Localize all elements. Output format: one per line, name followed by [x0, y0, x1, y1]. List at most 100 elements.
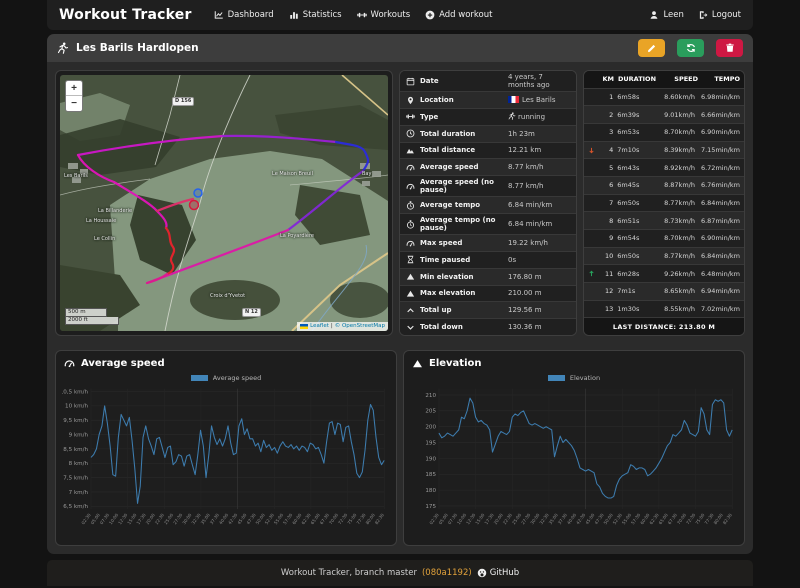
delete-button[interactable]	[716, 39, 743, 57]
detail-row: Average speed 8.77 km/h	[400, 159, 576, 177]
detail-value: 176.80 m	[508, 272, 542, 281]
logout-button[interactable]: Logout	[698, 10, 741, 20]
workout-header: Les Barils Hardlopen	[47, 34, 753, 62]
speedometer-icon	[406, 239, 415, 248]
detail-value: 1h 23m	[508, 129, 535, 138]
detail-label: Max speed	[420, 239, 463, 248]
dumbbell-icon	[356, 10, 367, 20]
chevron-down-icon	[406, 323, 415, 332]
detail-label: Time paused	[420, 255, 471, 264]
route-map[interactable]: D 156 N 12 Les Barils Bay Le Maison Breu…	[60, 75, 388, 331]
chart-legend: Elevation	[410, 373, 738, 383]
map-place-label: La Billanderie	[98, 208, 133, 214]
commit-hash: (080a1192)	[421, 568, 472, 578]
splits-header-row: KM DURATION SPEED TEMPO	[584, 71, 744, 89]
detail-label: Type	[420, 112, 439, 121]
split-row-km-6: 6 6m45s 8.87km/h 6.76min/km	[584, 177, 744, 195]
chart-title: Average speed	[81, 358, 165, 369]
nav-item-workouts[interactable]: Workouts	[356, 10, 410, 20]
svg-text:210: 210	[425, 393, 436, 399]
plus-circle-icon	[425, 10, 435, 20]
detail-value: 12.21 km	[508, 146, 542, 155]
pencil-icon	[647, 43, 657, 53]
leaflet-link[interactable]: Leaflet	[310, 323, 329, 330]
hourglass-icon	[406, 255, 415, 264]
split-row-km-8: 8 6m51s 8.73km/h 6.87min/km	[584, 212, 744, 231]
github-label: GitHub	[489, 568, 520, 578]
detail-value: Les Barils	[508, 95, 570, 104]
edit-button[interactable]	[638, 39, 665, 57]
detail-row: Max elevation 210.00 m	[400, 285, 576, 303]
france-flag-icon	[508, 95, 519, 103]
nav-item-statistics[interactable]: Statistics	[289, 10, 342, 20]
detail-row: Type running	[400, 108, 576, 126]
detail-value: 8.77 km/h	[508, 182, 544, 191]
detail-value: 0s	[508, 255, 517, 264]
detail-row: Date 4 years, 7 months ago	[400, 71, 576, 93]
speedometer-icon	[406, 163, 415, 172]
map-place-label: La Houssaie	[86, 218, 117, 224]
detail-label: Total duration	[420, 129, 476, 138]
osm-link[interactable]: © OpenStreetMap	[335, 323, 385, 330]
mountain-icon	[412, 358, 423, 369]
stopwatch-icon	[406, 219, 415, 229]
refresh-button[interactable]	[677, 39, 704, 57]
detail-label: Location	[420, 95, 454, 104]
speedometer-icon	[64, 358, 75, 369]
zoom-in-button[interactable]: +	[66, 81, 82, 96]
legend-label: Elevation	[569, 374, 601, 382]
map-card: D 156 N 12 Les Barils Bay Le Maison Breu…	[55, 70, 393, 336]
detail-label: Total down	[420, 323, 463, 332]
github-icon	[477, 568, 487, 578]
detail-label: Average tempo (no pause)	[420, 216, 496, 233]
map-scale: 500 m 2000 ft	[65, 308, 119, 325]
detail-label: Average speed (no pause)	[420, 178, 494, 195]
svg-text:6,5 km/h: 6,5 km/h	[63, 504, 88, 510]
svg-text:190: 190	[425, 456, 436, 462]
legend-swatch	[190, 375, 208, 381]
dumbbell-icon	[406, 112, 415, 121]
detail-row: Min elevation 176.80 m	[400, 268, 576, 286]
legend-swatch	[547, 375, 565, 381]
split-row-km-2: 2 6m39s 9.01km/h 6.66min/km	[584, 106, 744, 125]
mountain-icon	[406, 289, 415, 298]
app-brand[interactable]: Workout Tracker	[59, 7, 192, 23]
split-row-km-13: 13 1m30s 8.55km/h 7.02min/km	[584, 300, 744, 319]
map-zoom-control: + −	[65, 80, 83, 112]
detail-label: Average tempo	[420, 201, 481, 210]
logout-label: Logout	[711, 10, 741, 20]
split-row-km-7: 7 6m50s 8.77km/h 6.84min/km	[584, 194, 744, 213]
page: Workout Tracker Dashboard Statistics Worko…	[0, 0, 800, 588]
svg-text:175: 175	[425, 504, 436, 510]
content: D 156 N 12 Les Barils Bay Le Maison Breu…	[47, 62, 753, 554]
elevation-chart: 21020520019519018518017502:3005:0007:301…	[425, 388, 734, 526]
map-place-label: Le Collin	[94, 236, 116, 242]
svg-text:180: 180	[425, 488, 436, 494]
detail-row: Max speed 19.22 km/h	[400, 235, 576, 252]
split-row-km-4: 4 7m10s 8.39km/h 7.15min/km	[584, 141, 744, 160]
chart-legend: Average speed	[62, 373, 390, 383]
trend-down-icon	[588, 147, 595, 154]
svg-text:82:30: 82:30	[374, 512, 386, 526]
svg-text:7,5 km/h: 7,5 km/h	[63, 475, 88, 481]
zoom-out-button[interactable]: −	[66, 96, 82, 111]
detail-value: 6.84 min/km	[508, 201, 553, 210]
average-speed-chart-card: Average speed Average speed 10,5 km/h 10 …	[55, 350, 397, 546]
detail-label: Min elevation	[420, 272, 474, 281]
map-place-label: Le Maison Breuil	[272, 171, 313, 177]
split-row-km-10: 10 6m50s 8.77km/h 6.84min/km	[584, 247, 744, 266]
svg-text:9,5 km/h: 9,5 km/h	[63, 418, 88, 424]
nav-item-add-workout[interactable]: Add workout	[425, 10, 492, 20]
user-menu[interactable]: Leen	[649, 10, 684, 20]
runner-icon	[57, 42, 69, 54]
detail-value: 19.22 km/h	[508, 239, 548, 248]
svg-text:200: 200	[425, 425, 436, 431]
github-link[interactable]: GitHub	[477, 568, 519, 578]
chart-bar-icon	[289, 10, 299, 20]
nav-item-dashboard[interactable]: Dashboard	[214, 10, 274, 20]
split-row-km-9: 9 6m54s 8.70km/h 6.90min/km	[584, 230, 744, 248]
trash-icon	[725, 43, 735, 53]
location-icon	[406, 96, 415, 105]
detail-value: 6.84 min/km	[508, 220, 553, 229]
ukraine-flag-icon	[300, 324, 309, 329]
